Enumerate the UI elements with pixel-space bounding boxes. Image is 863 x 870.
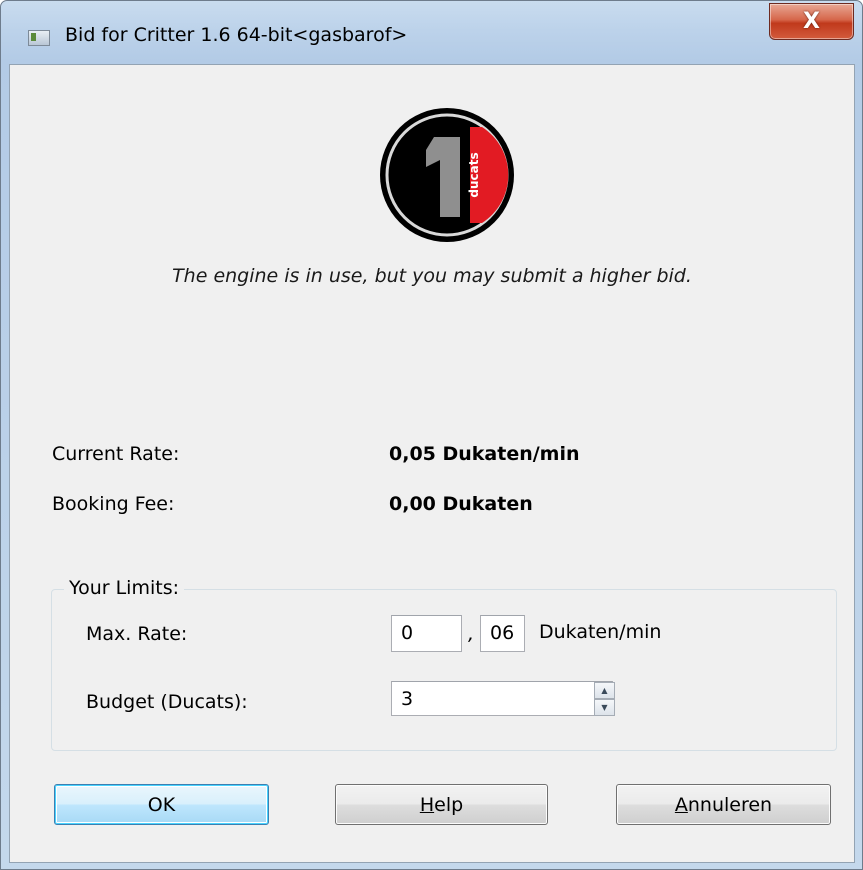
- your-limits-group: [51, 589, 837, 751]
- your-limits-title: Your Limits:: [64, 577, 185, 599]
- budget-spinner: ▲ ▼: [594, 681, 615, 716]
- close-button[interactable]: X: [769, 3, 854, 40]
- cancel-button-label: Annuleren: [674, 793, 773, 816]
- help-button-label: Help: [419, 793, 464, 816]
- window-title: Bid for Critter 1.6 64-bit<gasbarof>: [65, 24, 408, 46]
- booking-fee-label: Booking Fee:: [52, 493, 175, 515]
- dialog-window: Bid for Critter 1.6 64-bit<gasbarof> X d…: [0, 0, 863, 870]
- help-button[interactable]: Help: [335, 784, 548, 825]
- ducats-logo: ducats: [380, 108, 514, 242]
- max-rate-fraction-input[interactable]: 06: [480, 615, 525, 652]
- app-icon[interactable]: [28, 30, 50, 46]
- max-rate-integer-input[interactable]: 0: [391, 615, 462, 652]
- current-rate-value: 0,05 Dukaten/min: [389, 443, 580, 465]
- dialog-body: ducats The engine is in use, but you may…: [9, 64, 855, 863]
- spin-up-arrow-icon[interactable]: ▲: [594, 682, 615, 699]
- budget-input[interactable]: 3: [391, 681, 613, 716]
- status-message: The engine is in use, but you may submit…: [172, 265, 692, 287]
- ok-button-label: OK: [147, 793, 176, 816]
- ok-button[interactable]: OK: [54, 784, 269, 825]
- title-bar[interactable]: Bid for Critter 1.6 64-bit<gasbarof> X: [1, 1, 862, 64]
- logo-word: ducats: [467, 152, 481, 197]
- cancel-button[interactable]: Annuleren: [616, 784, 831, 825]
- current-rate-label: Current Rate:: [52, 443, 180, 465]
- close-icon: X: [803, 9, 820, 34]
- spin-down-arrow-icon[interactable]: ▼: [594, 699, 615, 716]
- max-rate-label: Max. Rate:: [86, 623, 188, 645]
- decimal-separator: ,: [468, 623, 475, 645]
- booking-fee-value: 0,00 Dukaten: [389, 493, 533, 515]
- budget-label: Budget (Ducats):: [86, 691, 248, 713]
- max-rate-unit: Dukaten/min: [539, 621, 662, 643]
